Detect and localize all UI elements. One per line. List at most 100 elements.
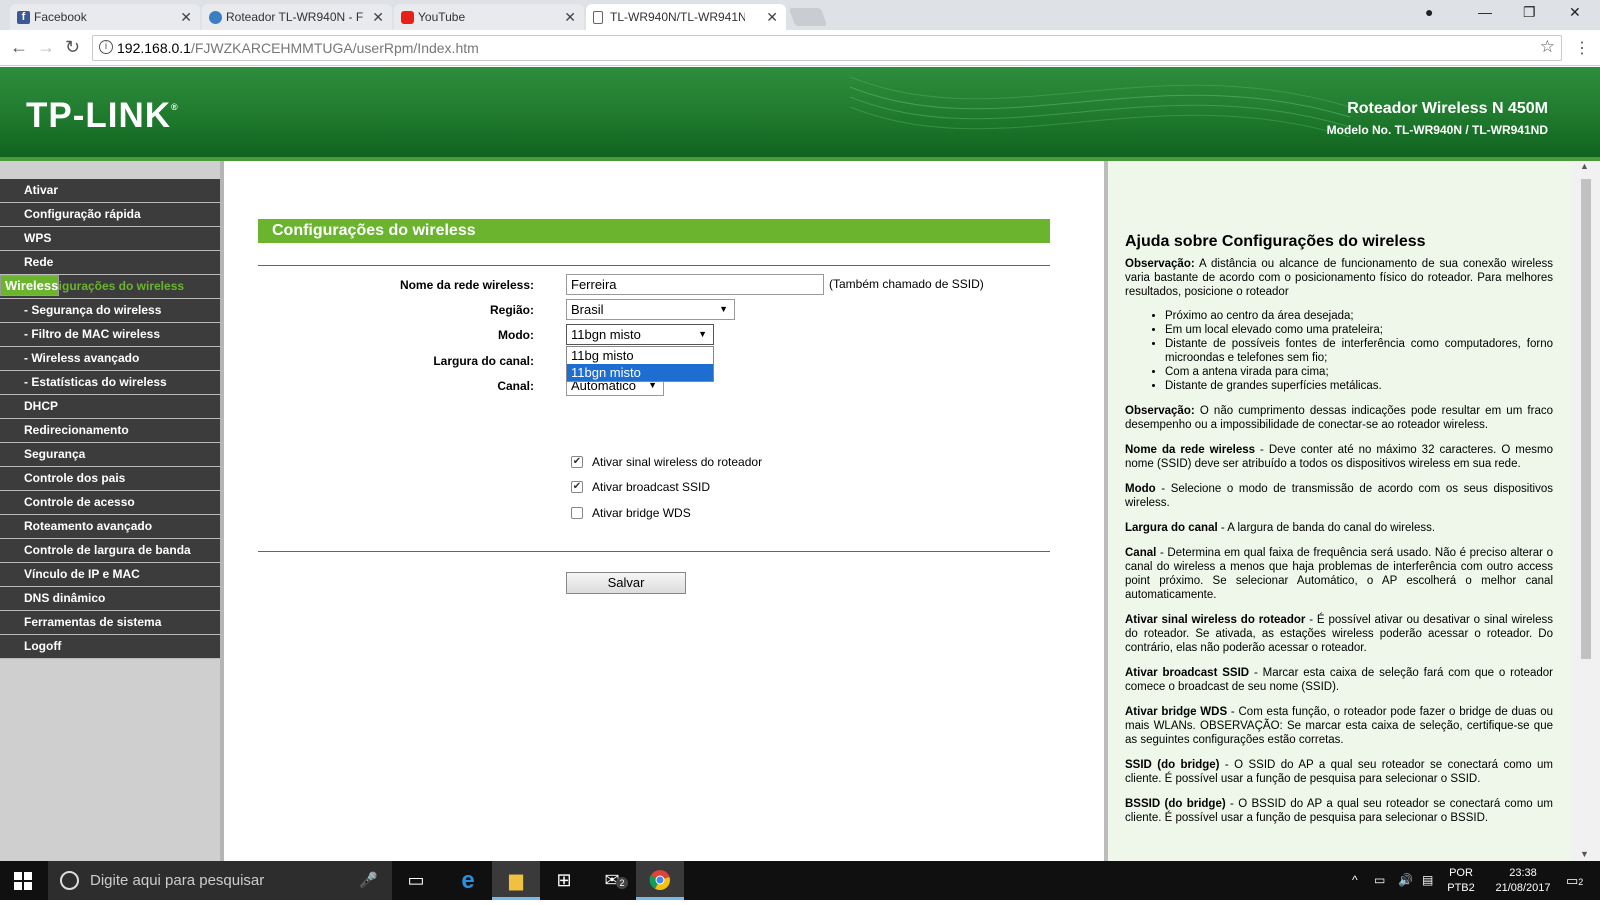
info-icon[interactable]: i [99, 40, 113, 54]
task-view-icon[interactable]: ▭ [392, 861, 440, 900]
battery-icon[interactable]: ▭ [1374, 873, 1385, 888]
close-icon[interactable]: ✕ [180, 9, 192, 26]
sidebar-item[interactable]: - Filtro de MAC wireless [0, 323, 220, 347]
help-ssid: Nome da rede wireless - Deve conter até … [1125, 444, 1553, 470]
sidebar-item[interactable]: - Wireless avançado [0, 347, 220, 371]
sidebar-item[interactable]: Wireless [0, 275, 60, 296]
new-tab-button[interactable] [788, 8, 828, 26]
help-radio: Ativar sinal wireless do roteador - É po… [1125, 614, 1553, 654]
wds-bridge-checkbox[interactable] [571, 507, 583, 519]
sidebar-item[interactable]: WPS [0, 227, 220, 251]
reload-icon[interactable]: ↻ [65, 37, 80, 58]
sidebar-item[interactable]: Ativar [0, 179, 220, 203]
network-icon[interactable]: ▤ [1422, 873, 1433, 888]
sidebar-item[interactable]: Controle de largura de banda [0, 539, 220, 563]
sidebar-item[interactable]: Segurança [0, 443, 220, 467]
channel-label: Canal: [497, 379, 534, 393]
profile-icon[interactable]: ● [1425, 4, 1433, 20]
url-host: 192.168.0.1 [117, 40, 191, 56]
sidebar-item[interactable]: Controle de acesso [0, 491, 220, 515]
chrome-icon[interactable] [636, 861, 684, 900]
volume-icon[interactable]: 🔊 [1398, 873, 1413, 888]
chevron-down-icon: ▼ [719, 304, 728, 314]
scroll-down-icon[interactable]: ▼ [1580, 849, 1589, 859]
language-indicator[interactable]: POR PTB2 [1446, 866, 1476, 896]
clock[interactable]: 23:38 21/08/2017 [1490, 866, 1556, 896]
mail-badge: 2 [616, 877, 628, 889]
minimize-icon[interactable]: — [1478, 4, 1492, 20]
file-explorer-icon[interactable]: ▆ [492, 861, 540, 900]
tab-roteador[interactable]: Roteador TL-WR940N - F ✕ [202, 4, 392, 30]
sidebar-item[interactable]: Ferramentas de sistema [0, 611, 220, 635]
cortana-icon [60, 871, 79, 890]
bottom-divider [258, 551, 1050, 552]
browser-tab-bar: f Facebook ✕ Roteador TL-WR940N - F ✕ Yo… [0, 0, 1600, 30]
store-icon[interactable]: ⊞ [540, 861, 588, 900]
scroll-up-icon[interactable]: ▲ [1580, 161, 1589, 171]
notifications-icon[interactable]: ▭2 [1566, 873, 1583, 890]
help-mode: Modo - Selecione o modo de transmissão d… [1125, 483, 1553, 509]
sidebar-item[interactable]: Vínculo de IP e MAC [0, 563, 220, 587]
edge-icon[interactable]: e [444, 861, 492, 900]
maximize-icon[interactable]: ❐ [1523, 4, 1536, 21]
url-path: /FJWZKARCEHMMTUGA/userRpm/Index.htm [190, 40, 479, 56]
sidebar-menu: Ativar Configuração rápida WPS Rede Wireless… [0, 179, 220, 659]
sidebar-item[interactable]: DHCP [0, 395, 220, 419]
ssid-broadcast-label: Ativar broadcast SSID [592, 480, 711, 494]
youtube-icon [401, 11, 414, 24]
region-value: Brasil [571, 302, 604, 317]
sidebar-item[interactable]: Roteamento avançado [0, 515, 220, 539]
sidebar-item[interactable]: Configuração rápida [0, 203, 220, 227]
ssid-broadcast-checkbox[interactable]: ✔ [571, 481, 583, 493]
mode-dropdown-list: 11bg misto 11bgn misto [566, 346, 714, 382]
tplink-logo: TP-LINK® [26, 96, 179, 135]
close-icon[interactable]: ✕ [766, 9, 778, 26]
help-bullets: Próximo ao centro da área desejada; Em u… [1125, 309, 1553, 393]
sidebar-item[interactable]: Logoff [0, 635, 220, 659]
windows-start-icon[interactable] [14, 872, 32, 890]
address-bar: ← → ↻ i 192.168.0.1/FJWZKARCEHMMTUGA/use… [0, 30, 1600, 66]
help-scrollbar[interactable]: ▲ ▼ [1572, 161, 1600, 861]
mode-option-11bgn[interactable]: 11bgn misto [567, 364, 713, 381]
mode-option-11bg[interactable]: 11bg misto [567, 347, 713, 364]
router-header: TP-LINK® Roteador Wireless N 450M Modelo… [0, 67, 1600, 157]
sidebar-item[interactable]: - Segurança do wireless [0, 299, 220, 323]
mode-value: 11bgn misto [571, 327, 641, 342]
mode-select[interactable]: 11bgn misto ▼ [566, 324, 714, 345]
tray-chevron-icon[interactable]: ^ [1352, 873, 1358, 888]
window-close-icon[interactable]: ✕ [1569, 4, 1581, 21]
region-select[interactable]: Brasil ▼ [566, 299, 735, 320]
url-input[interactable]: i 192.168.0.1/FJWZKARCEHMMTUGA/userRpm/I… [92, 35, 1562, 61]
ssid-label: Nome da rede wireless: [399, 278, 534, 292]
tab-label: YouTube [418, 10, 466, 24]
sidebar-item[interactable]: Rede [0, 251, 220, 275]
sidebar-item[interactable]: Redirecionamento [0, 419, 220, 443]
mail-icon[interactable]: ✉ 2 [588, 861, 636, 900]
scroll-thumb[interactable] [1581, 179, 1591, 659]
keyboard-layout: PTB2 [1447, 882, 1475, 894]
help-bullet: Com a antena virada para cima; [1165, 365, 1553, 379]
sidebar-item[interactable]: Controle dos pais [0, 467, 220, 491]
microphone-icon[interactable]: 🎤 [359, 861, 378, 900]
close-icon[interactable]: ✕ [564, 9, 576, 26]
help-width: Largura do canal - A largura de banda do… [1125, 522, 1436, 534]
tab-youtube[interactable]: YouTube ✕ [394, 4, 584, 30]
radio-enable-checkbox[interactable]: ✔ [571, 456, 583, 468]
help-channel: Canal - Determina em qual faixa de frequ… [1125, 547, 1553, 601]
menu-kebab-icon[interactable]: ⋮ [1574, 38, 1590, 58]
help-bssid-bridge: BSSID (do bridge) - O BSSID do AP a qual… [1125, 798, 1553, 824]
help-obs1: Observação: A distância ou alcance de fu… [1125, 258, 1553, 298]
ssid-input[interactable]: Ferreira [566, 274, 824, 295]
sidebar-item[interactable]: - Estatísticas do wireless [0, 371, 220, 395]
wds-bridge-label: Ativar bridge WDS [592, 506, 691, 520]
forward-icon[interactable]: → [37, 37, 55, 58]
clock-time: 23:38 [1509, 867, 1537, 879]
close-icon[interactable]: ✕ [372, 9, 384, 26]
taskbar-search[interactable]: Digite aqui para pesquisar 🎤 [48, 861, 392, 900]
tab-tplink[interactable]: TL-WR940N/TL-WR941N ✕ [586, 4, 786, 30]
back-icon[interactable]: ← [10, 37, 28, 58]
tab-facebook[interactable]: f Facebook ✕ [10, 4, 200, 30]
sidebar-item[interactable]: DNS dinâmico [0, 587, 220, 611]
save-button[interactable]: Salvar [566, 572, 686, 594]
bookmark-star-icon[interactable]: ☆ [1540, 35, 1555, 59]
